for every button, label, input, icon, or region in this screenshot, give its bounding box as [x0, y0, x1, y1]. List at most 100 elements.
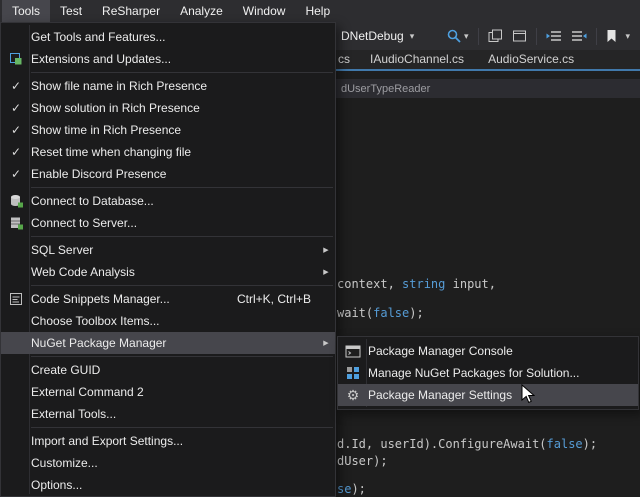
submenu-item-manage-nuget-packages[interactable]: Manage NuGet Packages for Solution... [338, 362, 638, 384]
menu-item-label: Package Manager Settings [368, 388, 512, 402]
code-line: d.Id, userId).ConfigureAwait(false); [337, 437, 597, 453]
menubar-item-resharper[interactable]: ReSharper [92, 0, 170, 22]
menu-item-label: SQL Server [31, 243, 93, 257]
submenu-item-package-manager-console[interactable]: Package Manager Console [338, 340, 638, 362]
code-keyword: false [547, 437, 583, 451]
console-icon [338, 345, 368, 358]
menu-item-external-tools[interactable]: External Tools... [1, 403, 335, 425]
snippets-icon [1, 292, 31, 306]
tools-menu: Get Tools and Features... Extensions and… [0, 22, 336, 497]
check-icon: ✓ [1, 168, 31, 180]
code-text: wait( [337, 306, 373, 320]
debug-target-label: DNetDebug [341, 29, 404, 43]
menu-item-get-tools-and-features[interactable]: Get Tools and Features... [1, 26, 335, 48]
menu-item-label: Manage NuGet Packages for Solution... [368, 366, 579, 380]
list-arrow-right-icon[interactable] [571, 29, 587, 43]
menu-item-label: Show file name in Rich Presence [31, 79, 207, 93]
menu-item-label: Extensions and Updates... [31, 52, 171, 66]
chevron-down-icon: ▾ [464, 32, 469, 41]
menu-item-nuget-package-manager[interactable]: NuGet Package Manager ▶ [1, 332, 335, 354]
tab-audioservice[interactable]: AudioService.cs [476, 50, 586, 69]
menu-item-label: Reset time when changing file [31, 145, 191, 159]
toolbar-separator [478, 28, 479, 45]
submenu-arrow-icon: ▶ [317, 339, 335, 347]
menubar-item-tools[interactable]: Tools [2, 0, 50, 22]
window-copy-icon[interactable] [512, 29, 527, 43]
menu-item-label: Get Tools and Features... [31, 30, 166, 44]
menubar-item-analyze[interactable]: Analyze [170, 0, 233, 22]
submenu-item-package-manager-settings[interactable]: ⚙ Package Manager Settings [338, 384, 638, 406]
menu-item-sql-server[interactable]: SQL Server ▶ [1, 239, 335, 261]
search-icon[interactable]: ▾ [446, 28, 469, 44]
menu-item-choose-toolbox-items[interactable]: Choose Toolbox Items... [1, 310, 335, 332]
window-icon[interactable] [488, 29, 503, 43]
menu-item-options[interactable]: Options... [1, 474, 335, 496]
menu-item-label: External Tools... [31, 407, 116, 421]
code-text: ); [409, 306, 423, 320]
menu-item-reset-time[interactable]: ✓ Reset time when changing file [1, 141, 335, 163]
menu-item-create-guid[interactable]: Create GUID [1, 359, 335, 381]
debug-target-dropdown[interactable]: DNetDebug ▾ [326, 22, 414, 50]
server-icon [1, 216, 31, 230]
check-icon: ✓ [1, 102, 31, 114]
gear-icon: ⚙ [338, 388, 368, 402]
menu-separator [31, 285, 333, 286]
menubar-item-window[interactable]: Window [233, 0, 296, 22]
code-text: context, [337, 277, 402, 291]
menubar-item-test[interactable]: Test [50, 0, 92, 22]
toolbar-overflow-icon[interactable]: ▾ [626, 32, 631, 41]
menu-item-customize[interactable]: Customize... [1, 452, 335, 474]
extensions-icon [1, 52, 31, 66]
menu-item-show-solution[interactable]: ✓ Show solution in Rich Presence [1, 97, 335, 119]
menu-item-code-snippets-manager[interactable]: Code Snippets Manager... Ctrl+K, Ctrl+B [1, 288, 335, 310]
database-icon [1, 194, 31, 208]
menu-item-label: Show solution in Rich Presence [31, 101, 200, 115]
menu-item-connect-to-database[interactable]: Connect to Database... [1, 190, 335, 212]
code-text: input, [445, 277, 496, 291]
chevron-down-icon: ▾ [410, 32, 415, 41]
menu-item-label: Import and Export Settings... [31, 434, 183, 448]
tab-partial[interactable]: cs [336, 50, 358, 69]
bookmark-icon[interactable] [606, 29, 617, 43]
menubar-item-help[interactable]: Help [295, 0, 340, 22]
check-icon: ✓ [11, 80, 21, 92]
check-icon: ✓ [1, 124, 31, 136]
check-icon: ✓ [11, 124, 21, 136]
check-icon: ✓ [11, 102, 21, 114]
menu-item-label: Enable Discord Presence [31, 167, 166, 181]
menu-separator [31, 187, 333, 188]
menu-item-enable-discord-presence[interactable]: ✓ Enable Discord Presence [1, 163, 335, 185]
toolbar-icons: ▾ ▾ [446, 22, 630, 50]
menu-item-label: Choose Toolbox Items... [31, 314, 160, 328]
tab-iaudiochannel[interactable]: IAudioChannel.cs [358, 50, 476, 69]
nuget-submenu: Package Manager Console Manage NuGet Pac… [337, 336, 639, 410]
toolbar-separator [536, 28, 537, 45]
code-line: se); [337, 482, 366, 497]
menu-separator [31, 427, 333, 428]
menu-item-label: Web Code Analysis [31, 265, 135, 279]
menu-item-external-command-2[interactable]: External Command 2 [1, 381, 335, 403]
code-text: ); [351, 482, 365, 496]
menu-item-import-export-settings[interactable]: Import and Export Settings... [1, 430, 335, 452]
menu-item-label: Connect to Server... [31, 216, 137, 230]
menu-item-label: Code Snippets Manager... [31, 292, 170, 306]
menu-item-label: Create GUID [31, 363, 100, 377]
code-keyword: false [373, 306, 409, 320]
menu-item-label: Customize... [31, 456, 98, 470]
check-icon: ✓ [1, 80, 31, 92]
menu-separator [31, 236, 333, 237]
menu-item-label: NuGet Package Manager [31, 336, 166, 350]
list-arrow-left-icon[interactable] [546, 29, 562, 43]
check-icon: ✓ [11, 168, 21, 180]
menu-item-label: Package Manager Console [368, 344, 513, 358]
menu-item-extensions-and-updates[interactable]: Extensions and Updates... [1, 48, 335, 70]
code-keyword: se [337, 482, 351, 496]
menu-item-connect-to-server[interactable]: Connect to Server... [1, 212, 335, 234]
menu-item-shortcut: Ctrl+K, Ctrl+B [237, 292, 311, 306]
menu-item-web-code-analysis[interactable]: Web Code Analysis ▶ [1, 261, 335, 283]
menu-item-show-time[interactable]: ✓ Show time in Rich Presence [1, 119, 335, 141]
menu-item-label: Connect to Database... [31, 194, 154, 208]
code-line: dUser); [337, 454, 388, 470]
menu-item-label: Show time in Rich Presence [31, 123, 181, 137]
menu-item-show-file-name[interactable]: ✓ Show file name in Rich Presence [1, 75, 335, 97]
